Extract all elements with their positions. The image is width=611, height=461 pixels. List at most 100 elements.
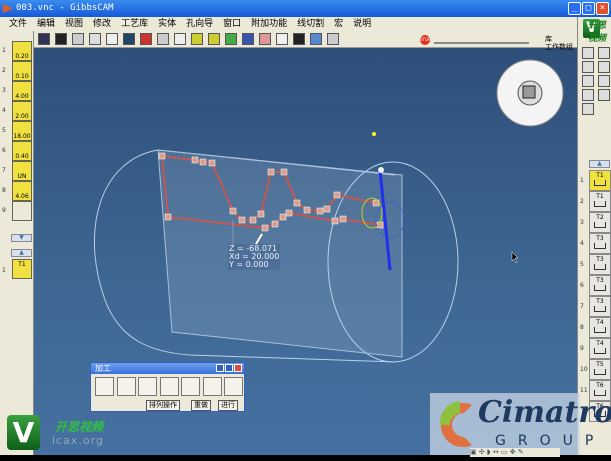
process-slot-number: 1 bbox=[2, 267, 6, 274]
operation-item[interactable]: T1 bbox=[589, 170, 611, 191]
operation-item[interactable]: T5 bbox=[589, 359, 611, 380]
toolbar-button-icon[interactable] bbox=[259, 33, 271, 45]
tool-slot[interactable]: 0.10 bbox=[12, 61, 32, 81]
toolbar-button-icon[interactable] bbox=[276, 33, 288, 45]
toolpath-node bbox=[293, 199, 301, 207]
toolbar bbox=[0, 31, 577, 48]
tool-slot[interactable]: 18.00 bbox=[12, 121, 32, 141]
turning-thread-icon[interactable] bbox=[138, 377, 157, 396]
toolpath-node bbox=[339, 215, 347, 223]
toolpath-node bbox=[191, 156, 199, 164]
tool-slot[interactable] bbox=[12, 201, 32, 221]
window-title: 003.vnc - GibbsCAM bbox=[16, 3, 114, 13]
operation-item[interactable]: T3 bbox=[589, 254, 611, 275]
empty-process-icon[interactable] bbox=[181, 377, 200, 396]
operation-item[interactable]: T1 bbox=[589, 191, 611, 212]
operation-type-icon bbox=[594, 306, 606, 312]
palette-tool-icon[interactable] bbox=[582, 75, 594, 87]
toolbar-button-icon[interactable] bbox=[38, 33, 50, 45]
menu-item-11[interactable]: 说明 bbox=[348, 17, 376, 31]
process-slot[interactable]: T1 bbox=[12, 259, 32, 279]
tool-slot[interactable]: 2.00 bbox=[12, 101, 32, 121]
toolbar-button-icon[interactable] bbox=[72, 33, 84, 45]
app-icon bbox=[3, 4, 13, 13]
toolbar-button-icon[interactable] bbox=[106, 33, 118, 45]
toolpath-node bbox=[333, 191, 341, 199]
toolbar-button-icon[interactable] bbox=[327, 33, 339, 45]
menu-item-6[interactable]: 孔向导 bbox=[181, 17, 218, 31]
palette-tool-icon[interactable] bbox=[582, 89, 594, 101]
close-button[interactable]: × bbox=[596, 2, 609, 15]
palette-tool-icon[interactable] bbox=[582, 47, 594, 59]
menu-item-1[interactable]: 编辑 bbox=[32, 17, 60, 31]
solid-process-icon[interactable] bbox=[224, 377, 243, 396]
process-dialog: 加工 排列操作 重做 进行 bbox=[90, 362, 245, 412]
toolbar-button-icon[interactable] bbox=[242, 33, 254, 45]
dialog-close-button[interactable] bbox=[234, 364, 242, 372]
menu-item-7[interactable]: 窗口 bbox=[218, 17, 246, 31]
operation-item[interactable]: T2 bbox=[589, 212, 611, 233]
menu-item-4[interactable]: 工艺库 bbox=[116, 17, 153, 31]
operations-palette: ▲ 1 T1 2 T1 3 T2 4 T3 5 T3 6 T3 7 T3 8 T4 9 T4 10 T5 11 T6 T6 bbox=[577, 17, 611, 455]
toolbar-button-icon[interactable] bbox=[208, 33, 220, 45]
tool-slot[interactable]: 0.20 bbox=[12, 41, 32, 61]
menu-item-3[interactable]: 修改 bbox=[88, 17, 116, 31]
scroll-up-button[interactable]: ▲ bbox=[11, 249, 32, 257]
toolbar-button-icon[interactable] bbox=[310, 33, 322, 45]
dialog-minimize-button[interactable] bbox=[225, 364, 233, 372]
operation-item[interactable]: T3 bbox=[589, 233, 611, 254]
menu-item-0[interactable]: 文件 bbox=[4, 17, 32, 31]
palette-tool-icon[interactable] bbox=[598, 89, 610, 101]
toolbar-button-icon[interactable] bbox=[123, 33, 135, 45]
redo-button[interactable]: 重做 bbox=[191, 400, 211, 411]
dialog-save-icon[interactable] bbox=[216, 364, 224, 372]
maximize-button[interactable]: □ bbox=[582, 2, 595, 15]
menu-item-5[interactable]: 实体 bbox=[153, 17, 181, 31]
palette-tool-icon[interactable] bbox=[582, 61, 594, 73]
sort-operations-button[interactable]: 排列操作 bbox=[146, 400, 180, 411]
scroll-down-button[interactable]: ▼ bbox=[11, 234, 32, 242]
toolbar-button-icon[interactable] bbox=[89, 33, 101, 45]
palette-tool-icon[interactable] bbox=[598, 75, 610, 87]
operation-type-icon bbox=[594, 285, 606, 291]
minimize-button[interactable]: _ bbox=[568, 2, 581, 15]
toolbar-button-icon[interactable] bbox=[140, 33, 152, 45]
toolbar-button-icon[interactable] bbox=[174, 33, 186, 45]
toolbar-button-icon[interactable] bbox=[55, 33, 67, 45]
palette-tool-icon[interactable] bbox=[598, 61, 610, 73]
tool-list-palette: ▼ ▲ 1 T1 1 0.20 2 0.10 3 4.00 4 2.00 5 18.00 6 0.40… bbox=[0, 31, 34, 455]
watermark-url: icax.org bbox=[52, 434, 104, 447]
tool-slot[interactable]: 4.06 bbox=[12, 181, 32, 201]
palette-tool-icon[interactable] bbox=[582, 103, 594, 115]
menu-item-10[interactable]: 宏 bbox=[329, 17, 348, 31]
view-tools-strip[interactable]: ▣ ✣ ◗ ↔ ▭ ✥ ✎ bbox=[470, 448, 560, 457]
turning-drill-icon[interactable] bbox=[159, 377, 179, 396]
toolbar-button-icon[interactable] bbox=[293, 33, 305, 45]
toolbar-button-icon[interactable] bbox=[225, 33, 237, 45]
palette-tool-icon[interactable] bbox=[598, 47, 610, 59]
tool-slot-number: 9 bbox=[2, 207, 6, 214]
tool-slot[interactable]: 0.40 bbox=[12, 141, 32, 161]
menu-item-8[interactable]: 附加功能 bbox=[246, 17, 292, 31]
operation-tool-label: T4 bbox=[596, 319, 604, 326]
operation-item[interactable]: T3 bbox=[589, 296, 611, 317]
tool-slot[interactable]: UN bbox=[12, 161, 32, 181]
tool-slot[interactable]: 4.00 bbox=[12, 81, 32, 101]
operation-tool-label: T3 bbox=[596, 298, 604, 305]
menu-item-9[interactable]: 线切割 bbox=[292, 17, 329, 31]
operation-item[interactable]: T3 bbox=[589, 275, 611, 296]
operation-item[interactable]: T4 bbox=[589, 317, 611, 338]
stop-button[interactable]: STOP bbox=[420, 35, 431, 45]
milling-icon[interactable] bbox=[202, 377, 222, 396]
menu-item-2[interactable]: 视图 bbox=[60, 17, 88, 31]
toolpath-node bbox=[249, 216, 257, 224]
operation-item[interactable]: T4 bbox=[589, 338, 611, 359]
toolbar-button-icon[interactable] bbox=[157, 33, 169, 45]
toolbar-button-icon[interactable] bbox=[191, 33, 203, 45]
tool-value: 4.00 bbox=[15, 93, 29, 100]
operation-tool-label: T6 bbox=[596, 382, 604, 389]
turning-contour-icon[interactable] bbox=[116, 377, 136, 396]
ops-scroll-up-button[interactable]: ▲ bbox=[589, 160, 610, 168]
turning-roughing-icon[interactable] bbox=[95, 377, 114, 396]
run-button[interactable]: 进行 bbox=[218, 400, 238, 411]
